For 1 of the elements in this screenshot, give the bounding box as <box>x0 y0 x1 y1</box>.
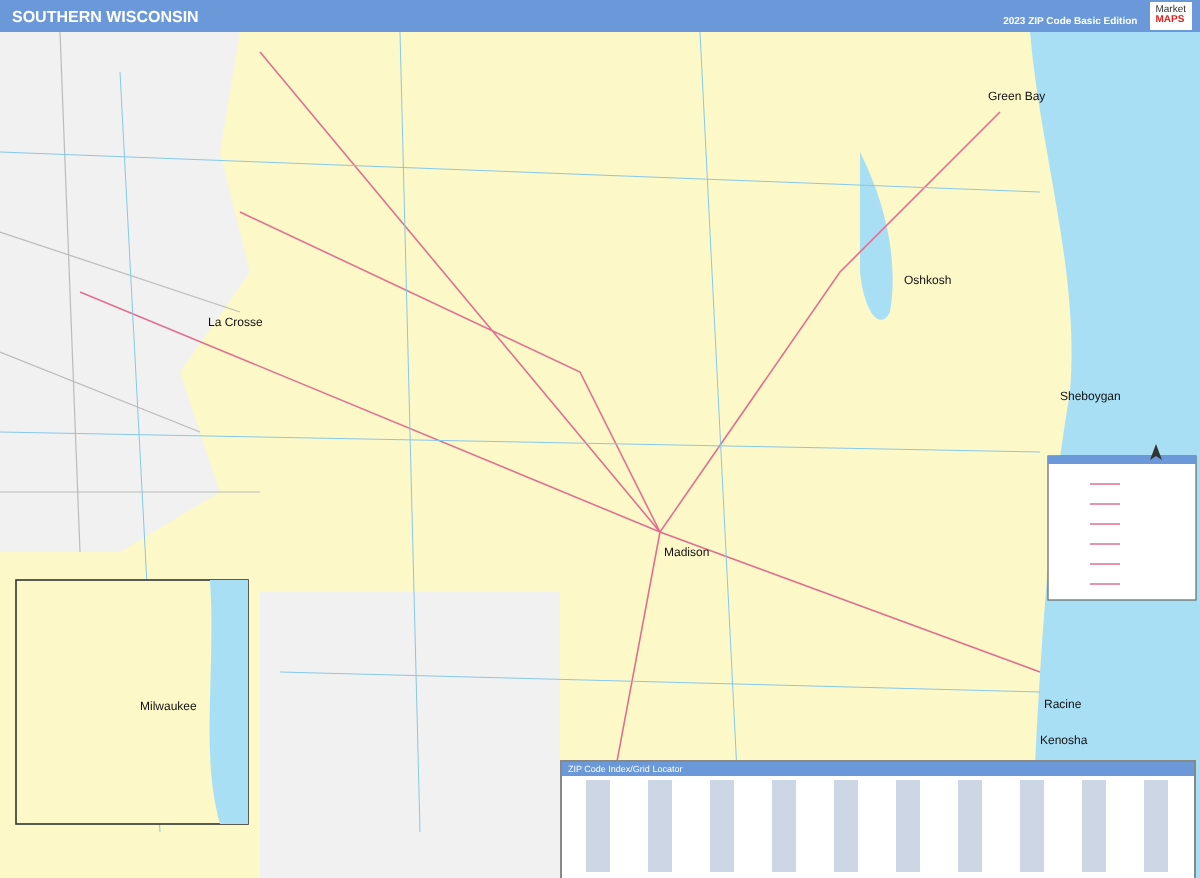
map-title: SOUTHERN WISCONSIN <box>12 7 201 25</box>
